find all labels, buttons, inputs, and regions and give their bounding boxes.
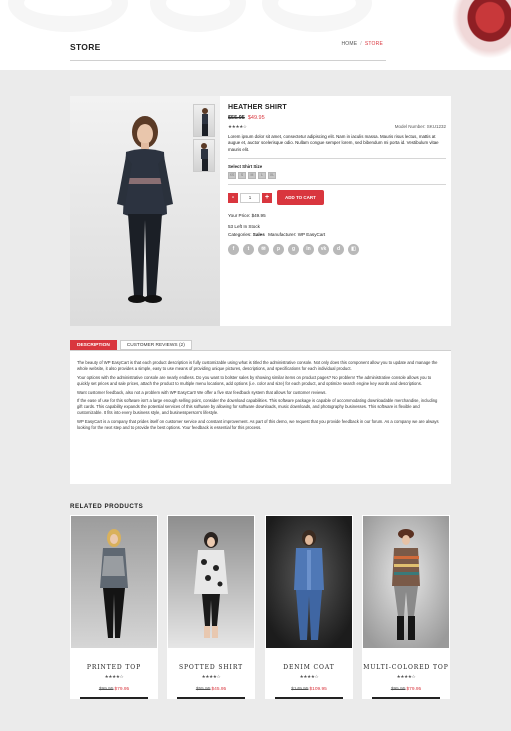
linkedin-icon[interactable]: in bbox=[303, 244, 314, 256]
breadcrumb-home-link[interactable]: HOME bbox=[341, 41, 357, 47]
related-product-rating: ★★★★☆ bbox=[396, 674, 416, 679]
product-name: HEATHER SHIRT bbox=[228, 104, 287, 111]
product-old-price: $55.95 bbox=[228, 115, 245, 121]
card-underline bbox=[177, 697, 245, 699]
header-decoration bbox=[8, 0, 128, 32]
product-thumbnail[interactable] bbox=[193, 139, 215, 172]
quantity-increase-button[interactable]: + bbox=[262, 192, 272, 203]
related-products-title: RELATED PRODUCTS bbox=[70, 503, 144, 510]
size-option-xl[interactable]: XL bbox=[268, 172, 276, 180]
divider bbox=[228, 184, 446, 186]
related-product-card[interactable]: PRINTED TOP ★★★★☆ $99.95$79.95 bbox=[70, 515, 158, 699]
related-product-rating: ★★★★☆ bbox=[201, 674, 221, 679]
size-option-s[interactable]: S bbox=[238, 172, 246, 180]
description-paragraph: Want customer feedback, also not a probl… bbox=[77, 389, 327, 395]
related-product-price: $95.95$79.95 bbox=[362, 687, 450, 692]
card-underline bbox=[275, 697, 343, 699]
quantity-input[interactable]: 1 bbox=[240, 192, 260, 203]
description-panel: The beauty of WP EasyCart is that each p… bbox=[70, 351, 451, 484]
quantity-row: - 1 + ADD TO CART bbox=[228, 190, 446, 206]
related-product-card[interactable]: MULTI-COLORED TOP ★★★★☆ $95.95$79.95 bbox=[362, 515, 450, 699]
categories-label: Categories: bbox=[228, 232, 252, 238]
page-header: STORE HOME / STORE bbox=[0, 0, 511, 70]
product-price: $55.95 $49.95 bbox=[228, 115, 446, 121]
related-product-card[interactable]: SPOTTED SHIRT ★★★★☆ $55.95$45.95 bbox=[167, 515, 255, 699]
add-to-cart-button[interactable]: ADD TO CART bbox=[277, 190, 324, 206]
size-label: Select Shirt Size bbox=[228, 164, 263, 170]
related-product-price: $55.95$45.95 bbox=[167, 687, 255, 692]
related-product-old-price: $55.95 bbox=[195, 687, 211, 692]
stock-status: 53 Left In Stock bbox=[228, 224, 260, 230]
related-product-old-price: $95.95 bbox=[390, 687, 406, 692]
product-sale-price: $49.95 bbox=[247, 115, 265, 121]
description-paragraph: WP EasyCart is a company that prides its… bbox=[77, 419, 439, 430]
header-decoration bbox=[262, 0, 372, 32]
google-plus-icon[interactable]: g bbox=[288, 244, 299, 256]
related-product-rating: ★★★★☆ bbox=[299, 674, 319, 679]
related-product-price: $149.95$109.95 bbox=[265, 687, 353, 692]
description-paragraph: If the ease of use for this software isn… bbox=[77, 398, 438, 416]
related-product-price: $99.95$79.95 bbox=[70, 687, 158, 692]
related-product-card[interactable]: DENIM COAT ★★★★☆ $149.95$109.95 bbox=[265, 515, 353, 699]
manufacturer-label: Manufacturer: bbox=[268, 232, 297, 238]
category-link[interactable]: Sales bbox=[253, 232, 265, 237]
product-thumbnail[interactable] bbox=[193, 104, 215, 137]
product-rating-row: ★★★★☆ Model Number: SKU1232 bbox=[228, 124, 446, 131]
related-product-image[interactable] bbox=[71, 516, 157, 648]
vk-icon[interactable]: vk bbox=[318, 244, 329, 256]
social-share-bar: f t ✉ p g in vk d ◧ bbox=[228, 244, 446, 256]
tab-customer-reviews[interactable]: CUSTOMER REVIEWS (2) bbox=[119, 340, 192, 350]
digg-icon[interactable]: d bbox=[333, 244, 344, 256]
related-product-sale-price: $79.95 bbox=[114, 687, 130, 692]
related-product-name[interactable]: SPOTTED SHIRT bbox=[167, 664, 255, 671]
card-underline bbox=[372, 697, 440, 699]
product-tabs: DESCRIPTION CUSTOMER REVIEWS (2) bbox=[70, 340, 192, 350]
quantity-decrease-button[interactable]: - bbox=[228, 192, 238, 203]
product-panel: HEATHER SHIRT $55.95 $49.95 ★★★★☆ Model N… bbox=[70, 96, 451, 326]
page-title: STORE bbox=[70, 42, 101, 52]
related-product-old-price: $149.95 bbox=[291, 687, 309, 692]
delicious-icon[interactable]: ◧ bbox=[348, 244, 359, 256]
related-product-old-price: $99.95 bbox=[98, 687, 114, 692]
twitter-icon[interactable]: t bbox=[243, 244, 254, 256]
email-icon[interactable]: ✉ bbox=[258, 244, 269, 256]
related-product-rating: ★★★★☆ bbox=[104, 674, 124, 679]
manufacturer-link[interactable]: WP EasyCart bbox=[298, 232, 325, 237]
related-product-sale-price: $109.95 bbox=[309, 687, 327, 692]
related-product-name[interactable]: MULTI-COLORED TOP bbox=[362, 664, 450, 671]
your-price: Your Price: $49.95 bbox=[228, 213, 266, 219]
related-product-image[interactable] bbox=[363, 516, 449, 648]
product-main-image[interactable] bbox=[70, 96, 220, 326]
title-divider bbox=[70, 60, 386, 61]
related-product-name[interactable]: PRINTED TOP bbox=[70, 664, 158, 671]
card-underline bbox=[80, 697, 148, 699]
related-product-name[interactable]: DENIM COAT bbox=[265, 664, 353, 671]
header-decoration bbox=[150, 0, 246, 32]
tab-description[interactable]: DESCRIPTION bbox=[70, 340, 117, 350]
divider bbox=[228, 158, 446, 160]
breadcrumb: HOME / STORE bbox=[341, 41, 383, 47]
description-paragraph: The beauty of WP EasyCart is that each p… bbox=[77, 360, 438, 371]
size-options: XS S M L XL bbox=[228, 172, 446, 180]
size-option-l[interactable]: L bbox=[258, 172, 266, 180]
product-rating-stars: ★★★★☆ bbox=[228, 124, 247, 129]
related-product-image[interactable] bbox=[266, 516, 352, 648]
breadcrumb-current: STORE bbox=[364, 41, 383, 47]
related-product-image[interactable] bbox=[168, 516, 254, 648]
product-meta: Categories: Sales Manufacturer: WP EasyC… bbox=[228, 232, 446, 237]
product-short-description: Lorem ipsum dolor sit amet, consectetur … bbox=[228, 134, 439, 152]
related-product-sale-price: $79.95 bbox=[406, 687, 422, 692]
breadcrumb-separator: / bbox=[360, 41, 362, 47]
size-option-xs[interactable]: XS bbox=[228, 172, 236, 180]
facebook-icon[interactable]: f bbox=[228, 244, 239, 256]
description-paragraph: Your options with the administrative con… bbox=[77, 374, 432, 386]
header-hero-image bbox=[441, 0, 511, 70]
size-option-m[interactable]: M bbox=[248, 172, 256, 180]
related-product-sale-price: $45.95 bbox=[211, 687, 227, 692]
product-info: HEATHER SHIRT $55.95 $49.95 ★★★★☆ Model N… bbox=[228, 104, 446, 256]
pinterest-icon[interactable]: p bbox=[273, 244, 284, 256]
product-model-number: Model Number: SKU1232 bbox=[394, 124, 446, 129]
